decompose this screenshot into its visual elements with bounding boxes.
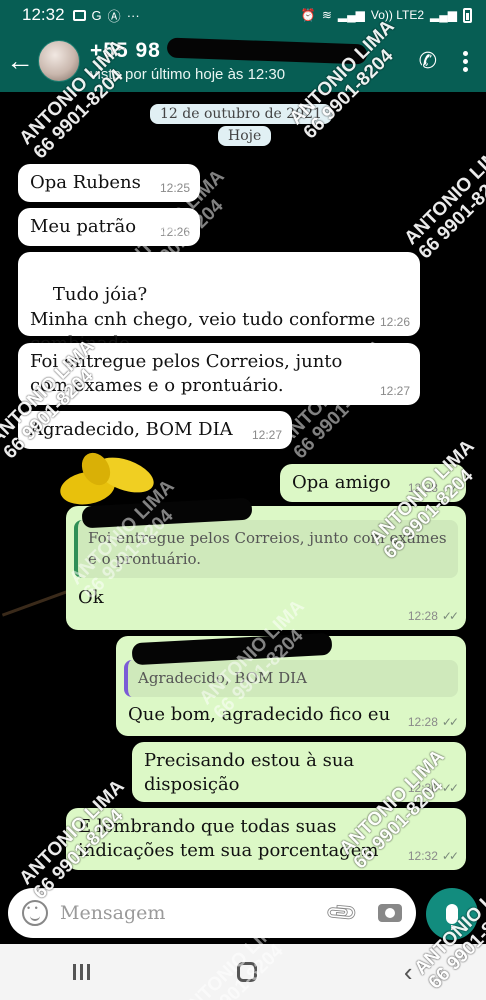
message-text: Agradecido, BOM DIA [30, 419, 233, 440]
message-bubble[interactable]: Precisando estou à sua disposição 12:30 ✓… [132, 742, 466, 802]
redaction-mark [166, 37, 368, 65]
message-input[interactable]: Mensagem 📎︎ [8, 888, 416, 938]
message-text: Ok [78, 587, 104, 608]
read-ticks-icon: ✓✓ [441, 714, 459, 729]
quoted-text: Agradecido, BOM DIA [138, 669, 307, 687]
message-bubble[interactable]: Meu patrão 12:26 [18, 208, 200, 246]
message-text: E lembrando que todas suas indicações te… [78, 816, 379, 862]
composer: Mensagem 📎︎ [0, 882, 486, 944]
today-label: Hoje [218, 126, 272, 146]
quoted-message[interactable]: Foi entregue pelos Correios, junto com e… [74, 497, 458, 578]
message-text: Meu patrão [30, 216, 137, 237]
message-time: 12:26 [159, 224, 190, 239]
image-icon [72, 9, 86, 21]
date-label: 12 de outubro de 2021 [150, 104, 332, 124]
read-ticks-icon: ✓✓ [441, 848, 459, 863]
redaction-mark [131, 632, 333, 666]
chat-header: ← +55 98 visto por último hoje às 12:30 … [0, 30, 486, 92]
back-icon[interactable]: ‹ [404, 957, 413, 988]
message-text: Opa amigo [292, 472, 391, 493]
quoted-text: Foi entregue pelos Correios, junto com e… [88, 529, 447, 568]
message-bubble[interactable]: Agradecido, BOM DIA 12:27 [18, 411, 292, 449]
message-text: Foi entregue pelos Correios, junto com e… [30, 351, 343, 397]
menu-dots-icon[interactable] [463, 50, 468, 72]
system-nav-bar: ‹ [0, 944, 486, 1000]
chat-area[interactable]: 12 de outubro de 2021 Hoje Opa Rubens 12… [0, 92, 486, 882]
message-time: 12:25 [159, 180, 190, 195]
message-text: Precisando estou à sua disposição [144, 750, 355, 796]
message-time: 12:28 [407, 608, 438, 623]
message-time: 12:27 [379, 383, 410, 398]
status-time: 12:32 [22, 5, 65, 24]
read-ticks-icon: ✓✓ [441, 780, 459, 795]
status-bar: 12:32 G Ⓐ ··· ⏰ ≋ ▂▄▆ Vo)) LTE2 ▂▄▆ [0, 0, 486, 30]
message-placeholder: Mensagem [60, 902, 166, 924]
avatar[interactable] [38, 40, 80, 82]
contact-phone: +55 98 [90, 39, 161, 62]
message-bubble[interactable]: Agradecido, BOM DIA Que bom, agradecido … [116, 632, 466, 736]
mic-button[interactable] [426, 888, 478, 940]
recents-icon[interactable] [73, 964, 91, 980]
alarm-icon: ⏰ [300, 8, 316, 22]
home-icon[interactable] [237, 962, 258, 982]
message-time: 12:32 [407, 848, 438, 863]
a-icon: Ⓐ [107, 8, 121, 24]
message-bubble[interactable]: Foi entregue pelos Correios, junto com e… [18, 343, 420, 405]
message-bubble[interactable]: Tudo jóia? Minha cnh chego, veio tudo co… [18, 252, 420, 354]
last-seen: visto por último hoje às 12:30 [90, 66, 286, 83]
call-icon[interactable]: ✆ [419, 48, 437, 74]
quoted-message[interactable]: Agradecido, BOM DIA [124, 632, 458, 697]
back-arrow-icon[interactable]: ← [2, 45, 38, 77]
read-ticks-icon: ✓✓ [441, 608, 459, 623]
contact-info[interactable]: +55 98 visto por último hoje às 12:30 [90, 37, 368, 83]
message-bubble[interactable]: Opa Rubens 12:25 [18, 164, 200, 202]
mic-icon [446, 904, 458, 930]
message-bubble[interactable]: Foi entregue pelos Correios, junto com e… [66, 497, 466, 630]
message-time: 12:26 [379, 314, 410, 329]
camera-icon[interactable] [378, 904, 402, 922]
network-label: Vo)) LTE2 [370, 8, 425, 22]
message-time: 12:28 [407, 714, 438, 729]
message-text: Opa Rubens [30, 172, 141, 193]
read-ticks-icon: ✓✓ [441, 480, 459, 495]
signal-icon-2: ▂▄▆ [430, 8, 457, 22]
wifi-icon: ≋ [321, 8, 332, 22]
battery-icon [463, 7, 472, 23]
message-bubble[interactable]: Opa amigo 12:28 ✓✓ [280, 464, 466, 502]
emoji-icon[interactable] [22, 900, 48, 926]
message-time: 12:28 [407, 480, 438, 495]
message-time: 12:30 [407, 780, 438, 795]
google-icon: G [91, 7, 102, 23]
message-bubble[interactable]: E lembrando que todas suas indicações te… [66, 808, 466, 870]
more-icon: ··· [126, 7, 140, 23]
attach-icon[interactable]: 📎︎ [323, 894, 361, 932]
signal-icon: ▂▄▆ [337, 8, 365, 22]
message-time: 12:27 [251, 427, 282, 442]
